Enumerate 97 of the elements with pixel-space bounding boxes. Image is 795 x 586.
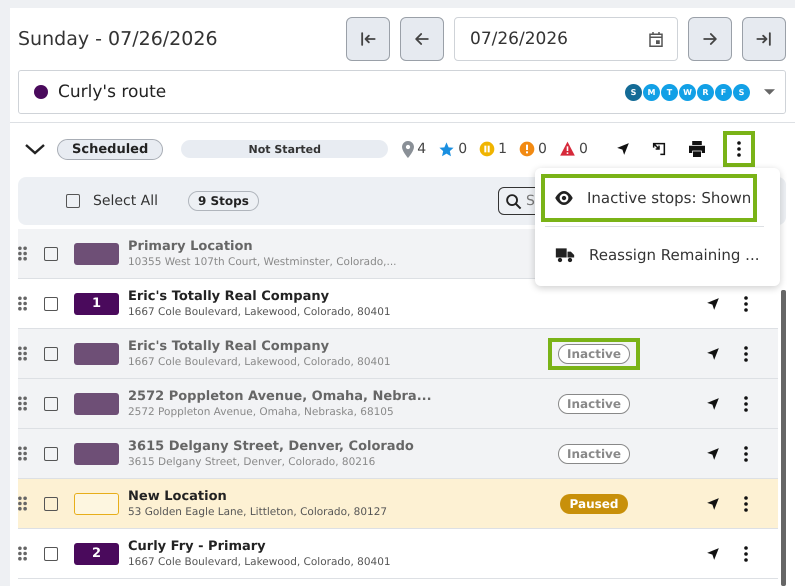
stop-status-badge: Inactive xyxy=(558,444,630,464)
weekday-badge: W xyxy=(679,84,696,100)
stop-number-badge xyxy=(74,242,119,264)
route-name: Curly's route xyxy=(58,82,168,102)
last-day-button[interactable] xyxy=(742,17,786,61)
stop-name: Curly Fry - Primary xyxy=(128,539,267,554)
route-select[interactable]: Curly's route S M T W R F S xyxy=(18,70,786,114)
stat-count: 1 xyxy=(498,141,508,157)
stop-row[interactable]: 2 Curly Fry - Primary 1667 Cole Boulevard, Lakewood, Colorado, 80401 xyxy=(18,529,778,579)
menu-item[interactable]: Reassign Remaining ... xyxy=(541,231,774,279)
stop-address: 53 Golden Eagle Lane, Littleton, Colorado, 80127 xyxy=(128,506,388,518)
weekday-badge: M xyxy=(643,84,660,100)
warning-icon xyxy=(558,141,576,157)
navigate-button[interactable] xyxy=(706,496,720,510)
weekday-badge: S xyxy=(733,84,750,100)
stop-name: 3615 Delgany Street, Denver, Colorado xyxy=(128,439,415,454)
stop-name: Eric's Totally Real Company xyxy=(128,339,330,354)
drag-handle-icon xyxy=(18,346,27,361)
expand-button[interactable] xyxy=(650,141,667,157)
stop-number-badge xyxy=(74,442,119,464)
search-input[interactable]: S xyxy=(526,193,538,209)
stop-address: 1667 Cole Boulevard, Lakewood, Colorado, 80401 xyxy=(128,356,392,368)
navigation-icon xyxy=(706,296,720,310)
next-day-button[interactable] xyxy=(688,17,732,61)
stop-name: New Location xyxy=(128,489,228,504)
weekday-badge: R xyxy=(697,84,714,100)
stops-count: 9 Stops xyxy=(188,191,259,211)
select-all-label: Select All xyxy=(93,193,158,209)
search-icon xyxy=(505,192,522,210)
stop-number-badge xyxy=(74,342,119,364)
stop-row[interactable]: New Location 53 Golden Eagle Lane, Littleton, Colorado, 80127 Paused xyxy=(18,479,778,529)
dropdown-caret-icon xyxy=(764,89,775,95)
stop-number-badge: 2 xyxy=(74,542,119,564)
stop-name: Eric's Totally Real Company xyxy=(128,289,330,304)
weekday-badge: F xyxy=(715,84,732,100)
pause-icon xyxy=(479,141,496,157)
print-button[interactable] xyxy=(688,141,706,157)
kebab-icon xyxy=(744,546,748,562)
location-pin-icon xyxy=(402,140,414,158)
stat-count: 0 xyxy=(578,141,588,157)
navigate-button[interactable] xyxy=(706,546,720,560)
kebab-icon xyxy=(744,496,748,512)
stop-number-badge xyxy=(74,392,119,414)
drag-handle-icon xyxy=(18,496,27,511)
stop-number-badge: 1 xyxy=(74,292,119,314)
kebab-icon xyxy=(744,396,748,412)
navigation-icon xyxy=(616,142,630,156)
weekday-badge: S xyxy=(625,84,642,100)
kebab-icon xyxy=(736,141,741,157)
drag-handle-icon xyxy=(18,246,27,261)
stat-count: 4 xyxy=(417,141,426,157)
alert-icon xyxy=(519,141,536,157)
print-icon xyxy=(688,141,706,157)
stop-address: 10355 West 107th Court, Westminster, Colorado,... xyxy=(128,256,398,268)
navigation-icon xyxy=(706,546,720,560)
page-title: Sunday - 07/26/2026 xyxy=(18,28,219,50)
stop-name: 2572 Poppleton Avenue, Omaha, Nebra... xyxy=(128,389,428,404)
kebab-icon xyxy=(744,346,748,362)
previous-day-button[interactable] xyxy=(400,17,444,61)
navigation-icon xyxy=(706,346,720,360)
truck-icon xyxy=(555,247,575,263)
stop-status-badge: Paused xyxy=(560,494,628,514)
drag-handle-icon xyxy=(18,546,27,561)
drag-handle-icon xyxy=(18,296,27,311)
navigation-icon xyxy=(706,446,720,460)
expand-icon xyxy=(650,141,667,157)
scrollbar[interactable] xyxy=(781,290,786,586)
date-field[interactable]: 07/26/2026 xyxy=(454,17,678,61)
collapse-toggle[interactable] xyxy=(24,143,46,155)
drag-handle-icon xyxy=(18,446,27,461)
status-badge: Scheduled xyxy=(57,138,164,160)
stop-number-badge xyxy=(74,492,119,514)
stop-status-badge: Inactive xyxy=(558,394,630,414)
navigation-icon xyxy=(706,396,720,410)
first-day-button[interactable] xyxy=(346,17,390,61)
stop-address: 3615 Delgany Street, Denver, Colorado, 80216 xyxy=(128,456,376,468)
navigate-button[interactable] xyxy=(616,142,630,156)
stop-address: 1667 Cole Boulevard, Lakewood, Colorado, 80401 xyxy=(128,306,392,318)
eye-icon xyxy=(555,191,573,205)
stop-checkbox[interactable] xyxy=(44,496,58,510)
calendar-icon xyxy=(647,30,665,48)
stop-address: 2572 Poppleton Avenue, Omaha, Nebraska, 68105 xyxy=(128,406,395,418)
stop-name: Primary Location xyxy=(128,239,254,254)
stop-address: 1667 Cole Boulevard, Lakewood, Colorado, 80401 xyxy=(128,556,392,568)
select-all-checkbox[interactable] xyxy=(66,194,80,208)
stat-count: 0 xyxy=(458,141,468,157)
weekday-badge: T xyxy=(661,84,678,100)
stat-count: 0 xyxy=(538,141,547,157)
navigation-icon xyxy=(706,496,720,510)
navigate-button[interactable] xyxy=(706,296,720,310)
drag-handle-icon xyxy=(18,396,27,411)
stop-checkbox[interactable] xyxy=(44,546,58,560)
stop-checkbox[interactable] xyxy=(44,296,58,310)
kebab-icon xyxy=(744,446,748,462)
star-icon xyxy=(438,140,456,158)
stop-status-badge: Inactive xyxy=(558,344,630,364)
kebab-icon xyxy=(744,296,748,312)
